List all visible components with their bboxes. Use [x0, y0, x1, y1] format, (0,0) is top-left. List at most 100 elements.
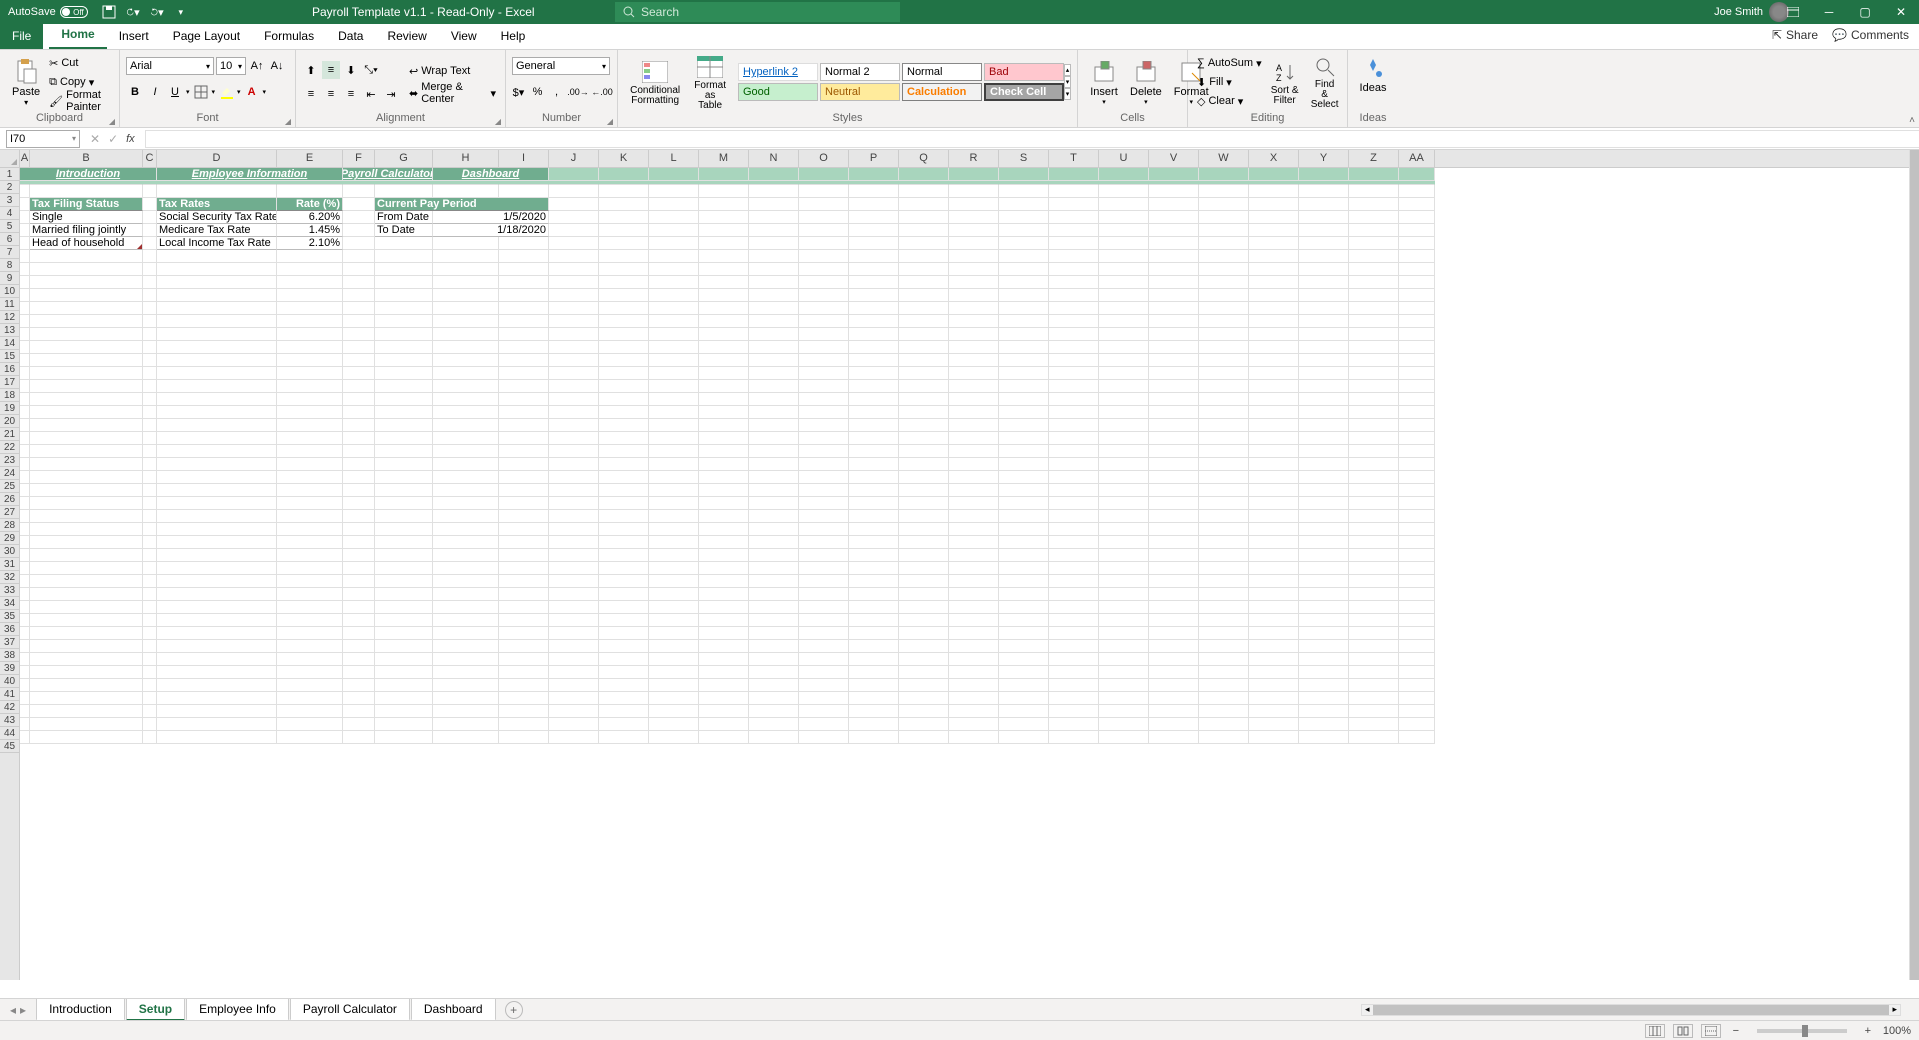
col-header-M[interactable]: M: [699, 150, 749, 167]
cell[interactable]: [1399, 432, 1435, 445]
cell[interactable]: [375, 562, 433, 575]
cell[interactable]: [1049, 588, 1099, 601]
cell[interactable]: [30, 250, 143, 263]
align-right-icon[interactable]: ≡: [342, 85, 360, 103]
cell[interactable]: 1.45%: [277, 224, 343, 237]
cell[interactable]: [749, 536, 799, 549]
cell[interactable]: [1149, 510, 1199, 523]
cell[interactable]: [1299, 536, 1349, 549]
cell[interactable]: [1199, 627, 1249, 640]
cell[interactable]: [649, 562, 699, 575]
cell[interactable]: [899, 523, 949, 536]
cell[interactable]: [343, 263, 375, 276]
cell[interactable]: [20, 640, 30, 653]
cell[interactable]: [1049, 523, 1099, 536]
cell[interactable]: [375, 341, 433, 354]
cell[interactable]: [1149, 341, 1199, 354]
cell[interactable]: [649, 510, 699, 523]
cell[interactable]: [157, 289, 277, 302]
cell[interactable]: [599, 432, 649, 445]
cell[interactable]: [157, 523, 277, 536]
cell[interactable]: [549, 575, 599, 588]
cell[interactable]: [599, 458, 649, 471]
cell[interactable]: [949, 601, 999, 614]
cell[interactable]: [375, 614, 433, 627]
cell[interactable]: [1399, 497, 1435, 510]
cell[interactable]: [1299, 198, 1349, 211]
row-header-20[interactable]: 20: [0, 415, 19, 428]
cell[interactable]: [599, 523, 649, 536]
cell[interactable]: [899, 315, 949, 328]
cell[interactable]: [899, 471, 949, 484]
redo-icon[interactable]: ▾: [150, 5, 164, 19]
cell[interactable]: [20, 497, 30, 510]
cell[interactable]: [1049, 393, 1099, 406]
cell[interactable]: [899, 198, 949, 211]
cell[interactable]: [899, 237, 949, 250]
cell[interactable]: [549, 731, 599, 744]
cell[interactable]: [749, 679, 799, 692]
cell[interactable]: [30, 471, 143, 484]
cell[interactable]: [1349, 198, 1399, 211]
cell[interactable]: [1249, 653, 1299, 666]
cell[interactable]: [375, 666, 433, 679]
cell[interactable]: [1099, 406, 1149, 419]
cell[interactable]: [549, 666, 599, 679]
cell[interactable]: [375, 302, 433, 315]
cell[interactable]: [999, 627, 1049, 640]
cell[interactable]: [549, 705, 599, 718]
cell[interactable]: [799, 536, 849, 549]
cell[interactable]: [375, 406, 433, 419]
cell[interactable]: [1099, 471, 1149, 484]
cell[interactable]: [949, 328, 999, 341]
cell[interactable]: [999, 185, 1049, 198]
cell[interactable]: [277, 484, 343, 497]
cell[interactable]: [20, 445, 30, 458]
cell[interactable]: [1399, 731, 1435, 744]
row-header-12[interactable]: 12: [0, 311, 19, 324]
cell[interactable]: [749, 302, 799, 315]
cell[interactable]: [157, 536, 277, 549]
cell[interactable]: [999, 432, 1049, 445]
row-header-31[interactable]: 31: [0, 558, 19, 571]
cell[interactable]: [799, 445, 849, 458]
cell[interactable]: [343, 458, 375, 471]
cell[interactable]: [999, 211, 1049, 224]
cell[interactable]: [1099, 614, 1149, 627]
cell[interactable]: [20, 224, 30, 237]
cell[interactable]: Dashboard: [433, 168, 549, 181]
cell[interactable]: [549, 601, 599, 614]
orientation-icon[interactable]: ⤡▾: [362, 61, 380, 79]
cell[interactable]: [899, 367, 949, 380]
cell[interactable]: [699, 263, 749, 276]
cell[interactable]: [375, 185, 433, 198]
cell[interactable]: [1249, 523, 1299, 536]
cell[interactable]: [999, 562, 1049, 575]
cell[interactable]: Introduction: [20, 168, 157, 181]
cell[interactable]: [1149, 458, 1199, 471]
underline-button[interactable]: U: [166, 83, 184, 101]
cell[interactable]: [549, 406, 599, 419]
cell[interactable]: [699, 458, 749, 471]
cell[interactable]: [949, 341, 999, 354]
sheet-tab-introduction[interactable]: Introduction: [36, 999, 125, 1021]
cell[interactable]: [799, 380, 849, 393]
cell[interactable]: [749, 168, 799, 181]
cell[interactable]: [599, 185, 649, 198]
cell[interactable]: [549, 341, 599, 354]
cell[interactable]: [699, 640, 749, 653]
cell[interactable]: [949, 198, 999, 211]
normal-view-icon[interactable]: [1645, 1024, 1665, 1038]
row-header-39[interactable]: 39: [0, 662, 19, 675]
col-header-C[interactable]: C: [143, 150, 157, 167]
cell[interactable]: [549, 484, 599, 497]
cell[interactable]: [30, 718, 143, 731]
cell[interactable]: [949, 237, 999, 250]
cell[interactable]: [1349, 445, 1399, 458]
cell[interactable]: [343, 302, 375, 315]
row-header-32[interactable]: 32: [0, 571, 19, 584]
accounting-format-icon[interactable]: $▾: [512, 83, 525, 101]
cell[interactable]: [157, 354, 277, 367]
cell[interactable]: [1199, 198, 1249, 211]
cell[interactable]: [999, 393, 1049, 406]
